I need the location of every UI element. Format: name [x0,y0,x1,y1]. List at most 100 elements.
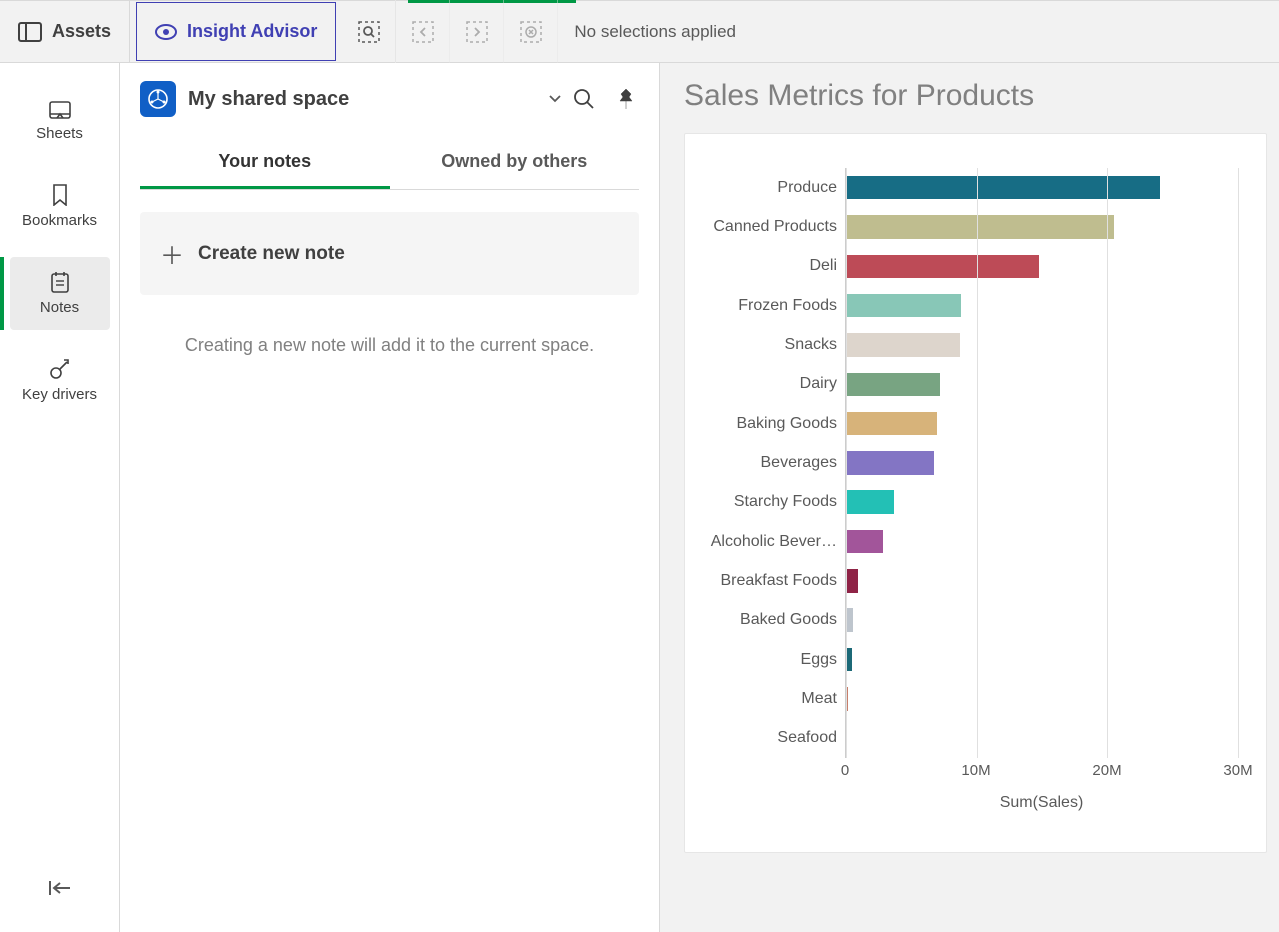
sidebar-item-sheets[interactable]: Sheets [10,87,110,156]
bar-row [846,483,1238,522]
bar[interactable] [846,490,894,514]
y-label: Meat [685,679,845,718]
no-selections-text: No selections applied [558,22,736,42]
y-axis-labels: ProduceCanned ProductsDeliFrozen FoodsSn… [685,168,845,758]
chart-body: ProduceCanned ProductsDeliFrozen FoodsSn… [685,168,1238,758]
x-tick: 20M [1092,762,1121,779]
bar-row [846,168,1238,207]
y-label: Beverages [685,443,845,482]
space-name: My shared space [188,88,533,111]
sidebar-label-bookmarks: Bookmarks [22,212,97,229]
clear-icon [520,21,542,43]
y-label: Deli [685,247,845,286]
assets-label: Assets [52,21,111,42]
bar-row [846,601,1238,640]
top-toolbar: Assets Insight Advisor No selections app… [0,0,1279,63]
bar-row [846,679,1238,718]
sidebar-label-keydrivers: Key drivers [22,386,97,403]
pin-icon[interactable] [617,88,635,110]
bar[interactable] [846,333,960,357]
x-tick: 10M [961,762,990,779]
insight-icon [155,24,177,40]
insight-advisor-button[interactable]: Insight Advisor [136,2,336,61]
bar-row [846,247,1238,286]
bar[interactable] [846,373,940,397]
empty-hint: Creating a new note will add it to the c… [140,295,639,396]
bar[interactable] [846,176,1160,200]
clear-selections-button [504,0,558,63]
chevron-down-icon [549,95,561,103]
notes-tabs: Your notes Owned by others [140,139,639,190]
x-tick: 0 [841,762,849,779]
chart-title: Sales Metrics for Products [684,79,1267,113]
search-icon[interactable] [573,88,595,110]
tab-your-notes[interactable]: Your notes [140,139,390,189]
bar-row [846,365,1238,404]
bar-row [846,286,1238,325]
space-dropdown[interactable] [549,90,561,108]
bar[interactable] [846,255,1039,279]
bar-row [846,325,1238,364]
bookmark-icon [52,184,68,206]
bar-row [846,443,1238,482]
insight-label: Insight Advisor [187,21,317,42]
bar-row [846,561,1238,600]
bar[interactable] [846,530,883,554]
grid-line [1107,168,1108,758]
x-tick: 30M [1223,762,1252,779]
grid-line [846,168,847,758]
step-forward-icon [466,21,488,43]
chart-card: ProduceCanned ProductsDeliFrozen FoodsSn… [684,133,1267,853]
y-label: Seafood [685,719,845,758]
x-axis: 010M20M30M [845,758,1238,784]
smart-search-button[interactable] [342,0,396,63]
bar[interactable] [846,451,934,475]
space-badge [140,81,176,117]
y-label: Produce [685,168,845,207]
step-back-icon [412,21,434,43]
bar-row [846,640,1238,679]
y-label: Baking Goods [685,404,845,443]
sidebar-label-notes: Notes [40,299,79,316]
tab-owned-by-others[interactable]: Owned by others [390,139,640,189]
y-label: Canned Products [685,207,845,246]
notes-icon [50,271,70,293]
chart-area: Sales Metrics for Products ProduceCanned… [660,63,1279,932]
y-label: Starchy Foods [685,483,845,522]
create-note-button[interactable]: ＋ Create new note [140,212,639,295]
sheets-icon [49,101,71,119]
plus-icon: ＋ [160,236,184,271]
assets-button[interactable]: Assets [0,0,130,63]
bar[interactable] [846,412,937,436]
grid-line [1238,168,1239,758]
step-back-button [396,0,450,63]
create-note-label: Create new note [198,243,345,265]
x-axis-title: Sum(Sales) [845,794,1238,812]
sidebar-item-keydrivers[interactable]: Key drivers [10,344,110,417]
bar-row [846,404,1238,443]
left-sidebar: Sheets Bookmarks Notes Key drivers [0,63,120,932]
notes-header: My shared space [140,81,639,117]
grid-line [977,168,978,758]
y-label: Dairy [685,365,845,404]
bar-row [846,522,1238,561]
bar[interactable] [846,294,961,318]
bar-row [846,207,1238,246]
keydrivers-icon [49,358,71,380]
space-icon [147,88,169,110]
y-label: Eggs [685,640,845,679]
collapse-sidebar-button[interactable] [48,879,72,902]
bars-area [845,168,1238,758]
bar-row [846,719,1238,758]
sidebar-item-bookmarks[interactable]: Bookmarks [10,170,110,243]
y-label: Alcoholic Bever… [685,522,845,561]
step-forward-button [450,0,504,63]
sidebar-item-notes[interactable]: Notes [10,257,110,330]
bar[interactable] [846,569,858,593]
bar[interactable] [846,215,1114,239]
panel-icon [18,22,42,42]
y-label: Baked Goods [685,601,845,640]
collapse-icon [48,879,72,897]
y-label: Frozen Foods [685,286,845,325]
y-label: Snacks [685,325,845,364]
